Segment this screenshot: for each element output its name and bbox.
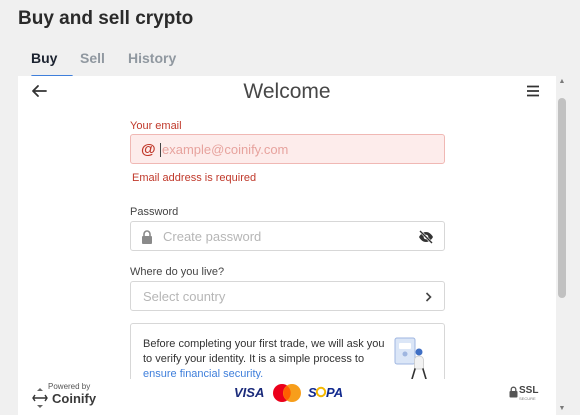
- coinify-logo-icon: [32, 388, 48, 408]
- ssl-label: SSL: [519, 385, 539, 396]
- hamburger-menu-icon[interactable]: [526, 84, 540, 98]
- email-field[interactable]: @ example@coinify.com: [130, 134, 445, 164]
- eye-slash-icon[interactable]: [418, 230, 434, 244]
- widget-footer: Powered by Coinify VISA S PA SSL SECURE: [18, 379, 556, 415]
- email-error-message: Email address is required: [132, 172, 257, 184]
- at-sign-icon: @: [141, 141, 156, 158]
- svg-text:PA: PA: [326, 385, 343, 400]
- ssl-secure-badge: SSL SECURE: [509, 385, 539, 407]
- visa-logo: VISA: [234, 385, 265, 400]
- mastercard-logo: [273, 384, 301, 402]
- ssl-sub-label: SECURE: [519, 396, 536, 401]
- email-placeholder: example@coinify.com: [162, 142, 289, 157]
- country-placeholder: Select country: [143, 289, 226, 304]
- padlock-icon: [509, 386, 518, 398]
- password-field[interactable]: Create password: [130, 221, 445, 251]
- page-title: Buy and sell crypto: [18, 8, 194, 29]
- widget-scrollbar[interactable]: ▲ ▼: [556, 76, 568, 415]
- country-select[interactable]: Select country: [130, 281, 445, 311]
- coinify-widget: Welcome Your email @ example@coinify.com…: [18, 76, 556, 415]
- powered-by-coinify[interactable]: Powered by Coinify: [32, 382, 112, 412]
- lock-icon: [142, 230, 152, 244]
- info-line: Before completing your first trade, we w…: [143, 338, 385, 350]
- text-caret: [160, 143, 161, 157]
- sepa-logo: S PA: [308, 385, 343, 400]
- scroll-down-arrow[interactable]: ▼: [556, 403, 568, 415]
- password-placeholder: Create password: [163, 229, 262, 244]
- chevron-right-icon: [425, 292, 432, 302]
- verification-info-text: Before completing your first trade, we w…: [143, 337, 388, 382]
- scroll-up-arrow[interactable]: ▲: [556, 76, 568, 88]
- country-label: Where do you live?: [130, 266, 225, 278]
- coinify-brand: Coinify: [52, 391, 97, 406]
- scroll-thumb[interactable]: [558, 98, 566, 298]
- svg-text:S: S: [308, 385, 317, 400]
- email-label: Your email: [130, 120, 182, 132]
- powered-by-label: Powered by: [48, 382, 91, 391]
- tab-sell[interactable]: Sell: [80, 50, 105, 66]
- info-line: to verify your identity. It is a simple …: [143, 353, 365, 365]
- widget-heading: Welcome: [243, 80, 331, 103]
- password-label: Password: [130, 206, 179, 218]
- tab-history[interactable]: History: [128, 50, 176, 66]
- tab-buy[interactable]: Buy: [31, 50, 57, 66]
